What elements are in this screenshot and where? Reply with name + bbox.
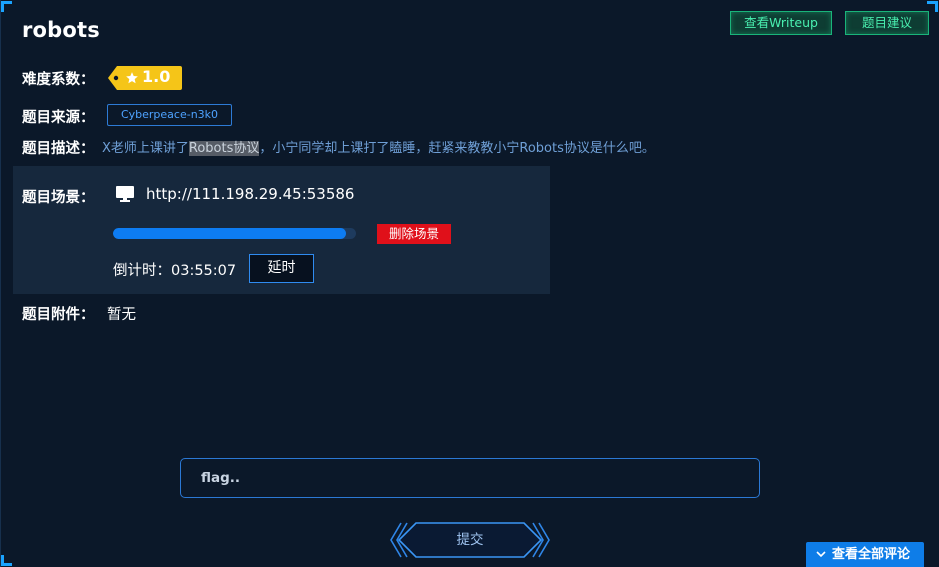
panel-border (0, 0, 1, 567)
scene-progress-fill (113, 228, 347, 239)
countdown: 倒计时：03:55:07 (113, 259, 236, 280)
challenge-detail-panel: robots 查看Writeup 题目建议 难度系数： 1.0 题目来源： Cy… (0, 0, 939, 567)
scene-progress-bar (113, 228, 356, 239)
source-badge[interactable]: Cyberpeace-n3k0 (107, 104, 232, 126)
delete-scene-button[interactable]: 删除场景 (377, 224, 451, 244)
scene-url[interactable]: http://111.198.29.45:53586 (146, 185, 354, 203)
difficulty-badge: 1.0 (108, 65, 182, 91)
view-all-comments-button[interactable]: 查看全部评论 (806, 542, 924, 567)
suggest-button[interactable]: 题目建议 (845, 11, 929, 35)
difficulty-label: 难度系数： (22, 72, 95, 88)
attachment-value: 暂无 (107, 307, 136, 323)
countdown-label: 倒计时： (113, 263, 171, 279)
description-highlight: Robots协议 (188, 141, 260, 156)
submit-button[interactable]: 提交 (388, 520, 552, 560)
flag-input[interactable] (180, 458, 760, 498)
source-label: 题目来源： (22, 110, 95, 126)
countdown-value: 03:55:07 (171, 263, 237, 279)
description-text: X老师上课讲了Robots协议，小宁同学却上课打了瞌睡，赶紧来教教小宁Robot… (102, 137, 655, 156)
monitor-icon (116, 186, 134, 202)
view-all-comments-label: 查看全部评论 (832, 547, 911, 562)
description-post: ，小宁同学却上课打了瞌睡，赶紧来教教小宁Robots协议是什么吧。 (259, 141, 655, 156)
corner-decoration (1, 555, 12, 566)
star-icon (126, 72, 138, 84)
chevron-down-icon (816, 551, 826, 558)
description-pre: X老师上课讲了 (102, 141, 189, 156)
difficulty-value: 1.0 (142, 67, 171, 86)
corner-decoration (1, 1, 12, 12)
delay-button[interactable]: 延时 (249, 254, 314, 283)
view-writeup-button[interactable]: 查看Writeup (730, 11, 832, 35)
attachment-label: 题目附件： (22, 307, 95, 323)
scene-label: 题目场景： (22, 190, 95, 206)
submit-label: 提交 (456, 532, 484, 548)
description-label: 题目描述： (22, 141, 95, 157)
challenge-title: robots (22, 18, 100, 42)
